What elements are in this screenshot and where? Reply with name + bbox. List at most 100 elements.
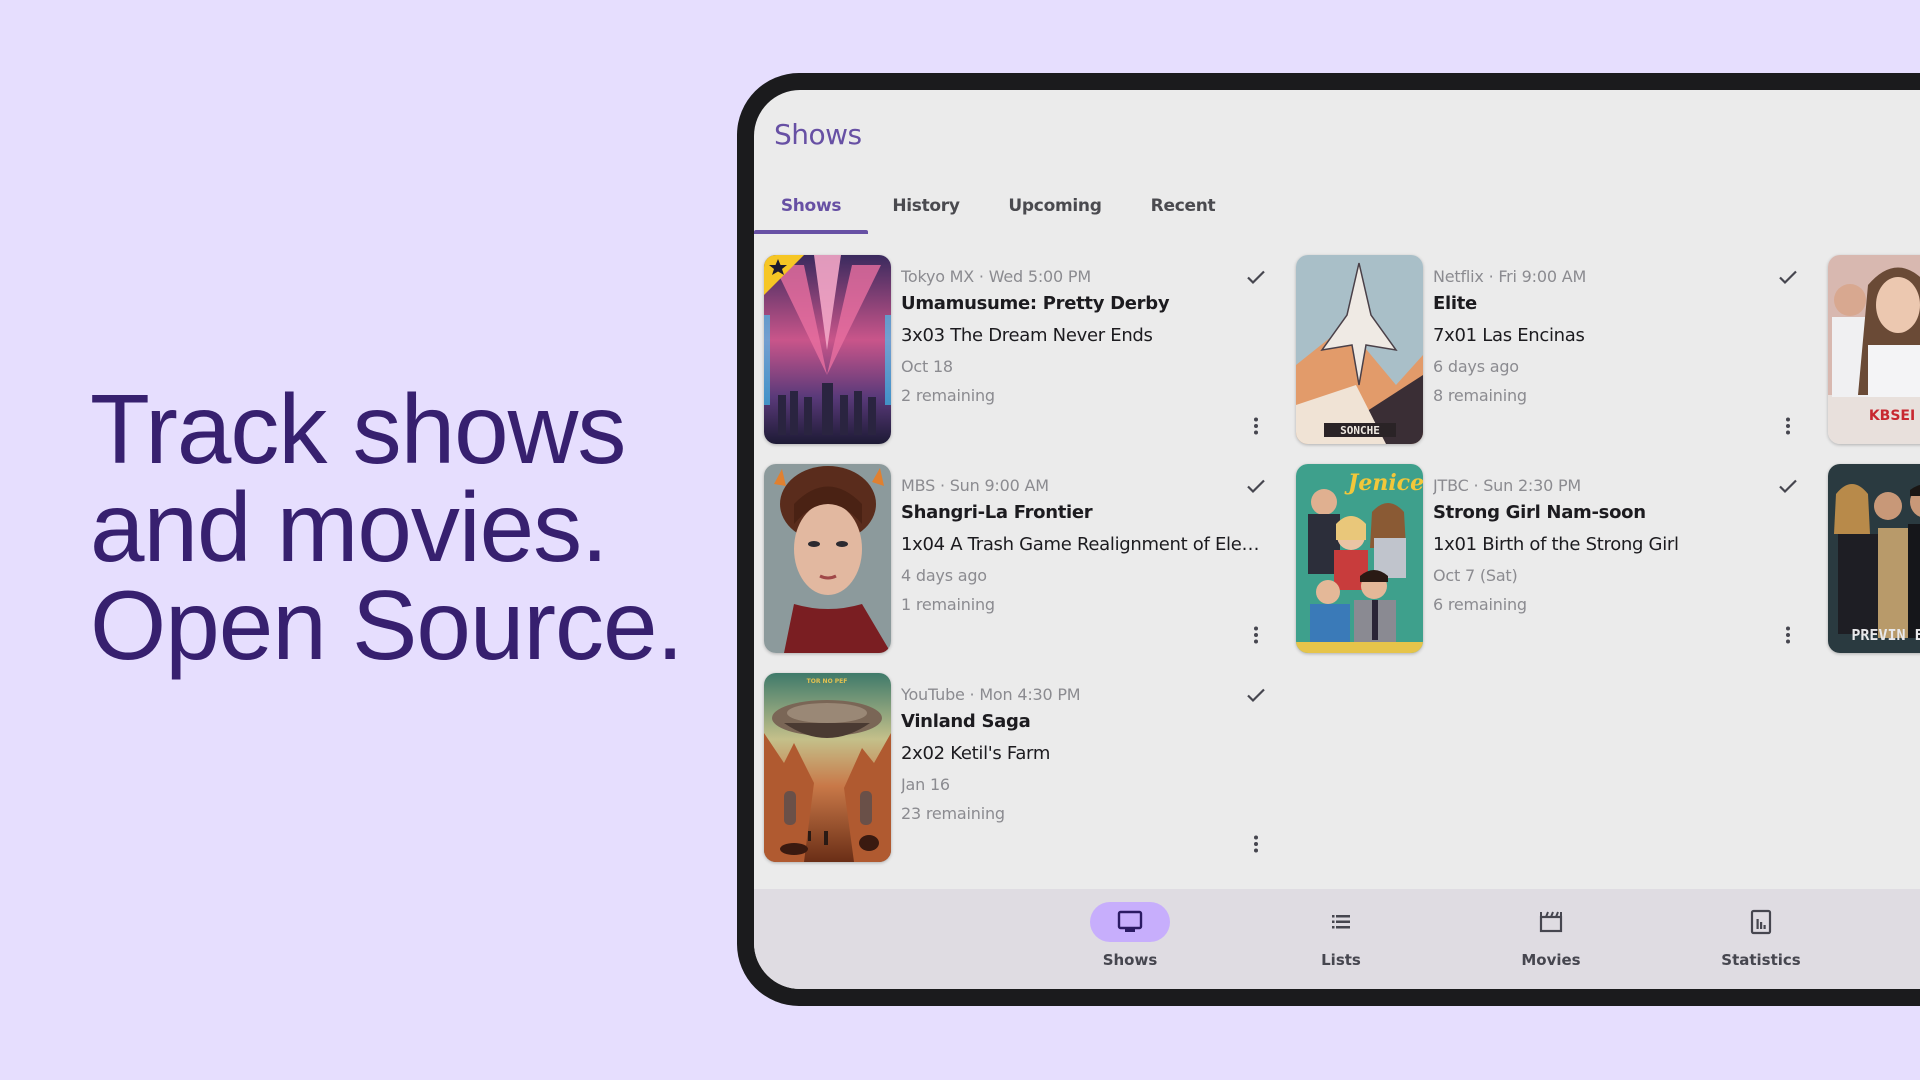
mark-watched-button[interactable] xyxy=(1772,470,1804,502)
episode-date: 6 days ago xyxy=(1433,357,1519,376)
show-info: Netflix · Fri 9:00 AM Elite 7x01 Las Enc… xyxy=(1433,266,1803,410)
show-title: Strong Girl Nam-soon xyxy=(1433,502,1646,523)
more-options-button[interactable] xyxy=(1240,828,1272,860)
show-poster[interactable]: TOR NO PEF xyxy=(764,673,891,862)
check-icon xyxy=(1247,688,1265,703)
episode-date: Jan 16 xyxy=(901,775,950,794)
show-poster[interactable]: PREVIN EN xyxy=(1828,464,1920,653)
active-tab-indicator xyxy=(754,230,868,234)
headline-line: Open Source. xyxy=(90,570,684,680)
svg-text:SONCHE: SONCHE xyxy=(1340,424,1380,437)
show-card-partial[interactable]: PREVIN EN xyxy=(1828,464,1920,654)
tab-label: History xyxy=(892,196,960,216)
episode-date: 4 days ago xyxy=(901,566,987,585)
next-episode: 1x04 A Trash Game Realignment of Ele… xyxy=(901,534,1260,555)
nav-item-lists[interactable]: Lists xyxy=(1261,889,1421,989)
show-info: Tokyo MX · Wed 5:00 PM Umamusume: Pretty… xyxy=(901,266,1271,410)
episodes-remaining: 6 remaining xyxy=(1433,595,1527,614)
show-info: YouTube · Mon 4:30 PM Vinland Saga 2x02 … xyxy=(901,684,1271,828)
tab-label: Upcoming xyxy=(1008,196,1102,216)
more-options-button[interactable] xyxy=(1772,410,1804,442)
show-info: JTBC · Sun 2:30 PM Strong Girl Nam-soon … xyxy=(1433,475,1803,619)
kebab-menu-icon xyxy=(1786,626,1790,644)
nav-label: Statistics xyxy=(1721,951,1801,969)
tab-label: Recent xyxy=(1150,196,1216,216)
check-icon xyxy=(1247,270,1265,285)
check-icon xyxy=(1247,479,1265,494)
poster-spaceship-icon: SONCHE xyxy=(1296,255,1423,444)
mark-watched-button[interactable] xyxy=(1772,261,1804,293)
next-episode: 7x01 Las Encinas xyxy=(1433,325,1585,346)
clapperboard-icon xyxy=(1539,911,1563,933)
kebab-menu-icon xyxy=(1254,626,1258,644)
episodes-remaining: 2 remaining xyxy=(901,386,995,405)
headline-line: and movies. xyxy=(90,472,608,582)
poster-ufo-desert-icon: TOR NO PEF xyxy=(764,673,891,862)
network-airtime: Netflix · Fri 9:00 AM xyxy=(1433,267,1587,286)
headline-line: Track shows xyxy=(90,374,626,484)
poster-detectives-icon: PREVIN EN xyxy=(1828,464,1920,653)
kebab-menu-icon xyxy=(1786,417,1790,435)
tab-upcoming[interactable]: Upcoming xyxy=(984,178,1126,234)
nav-icon-container xyxy=(1511,902,1591,942)
nav-label: Shows xyxy=(1102,951,1158,969)
tab-shows[interactable]: Shows xyxy=(754,178,868,234)
network-airtime: Tokyo MX · Wed 5:00 PM xyxy=(901,267,1091,286)
nav-label: Lists xyxy=(1321,951,1361,969)
next-episode: 3x03 The Dream Never Ends xyxy=(901,325,1153,346)
nav-active-indicator xyxy=(1090,902,1170,942)
show-poster[interactable]: Jenice xyxy=(1296,464,1423,653)
episode-date: Oct 18 xyxy=(901,357,953,376)
nav-icon-container xyxy=(1721,902,1801,942)
tab-recent[interactable]: Recent xyxy=(1126,178,1240,234)
svg-text:PREVIN EN: PREVIN EN xyxy=(1851,626,1920,644)
check-icon xyxy=(1779,479,1797,494)
next-episode: 2x02 Ketil's Farm xyxy=(901,743,1051,764)
kebab-menu-icon xyxy=(1254,417,1258,435)
show-poster[interactable]: KBSEI xyxy=(1828,255,1920,444)
episodes-remaining: 23 remaining xyxy=(901,804,1005,823)
show-title: Elite xyxy=(1433,293,1477,314)
network-airtime: YouTube · Mon 4:30 PM xyxy=(901,685,1081,704)
poster-family-group-icon: Jenice xyxy=(1296,464,1423,653)
mark-watched-button[interactable] xyxy=(1240,470,1272,502)
show-poster[interactable] xyxy=(764,255,891,444)
kebab-menu-icon xyxy=(1254,835,1258,853)
more-options-button[interactable] xyxy=(1240,410,1272,442)
list-icon xyxy=(1332,915,1350,929)
show-title: Umamusume: Pretty Derby xyxy=(901,293,1170,314)
show-card-partial[interactable]: KBSEI xyxy=(1828,255,1920,445)
next-episode: 1x01 Birth of the Strong Girl xyxy=(1433,534,1679,555)
show-card[interactable]: Tokyo MX · Wed 5:00 PM Umamusume: Pretty… xyxy=(764,255,1284,445)
more-options-button[interactable] xyxy=(1240,619,1272,651)
show-card[interactable]: TOR NO PEF YouTube · Mon 4:30 PM Vinland… xyxy=(764,673,1284,863)
mark-watched-button[interactable] xyxy=(1240,261,1272,293)
show-card[interactable]: MBS · Sun 9:00 AM Shangri-La Frontier 1x… xyxy=(764,464,1284,654)
svg-text:TOR NO PEF: TOR NO PEF xyxy=(807,678,848,685)
nav-item-statistics[interactable]: Statistics xyxy=(1681,889,1841,989)
poster-doctors-icon: KBSEI xyxy=(1828,255,1920,444)
favorite-star-icon xyxy=(764,255,804,295)
show-info: MBS · Sun 9:00 AM Shangri-La Frontier 1x… xyxy=(901,475,1271,619)
show-poster[interactable]: SONCHE xyxy=(1296,255,1423,444)
tab-history[interactable]: History xyxy=(868,178,984,234)
check-icon xyxy=(1779,270,1797,285)
show-title: Vinland Saga xyxy=(901,711,1031,732)
tab-label: Shows xyxy=(780,196,842,216)
show-poster[interactable] xyxy=(764,464,891,653)
nav-label: Movies xyxy=(1521,951,1581,969)
tv-icon xyxy=(1117,910,1143,932)
mark-watched-button[interactable] xyxy=(1240,679,1272,711)
nav-icon-container xyxy=(1301,902,1381,942)
show-card[interactable]: Jenice JTBC · Sun 2:30 PM Strong Girl Na… xyxy=(1296,464,1816,654)
episodes-remaining: 1 remaining xyxy=(901,595,995,614)
nav-item-shows[interactable]: Shows xyxy=(1050,889,1210,989)
show-card[interactable]: SONCHE Netflix · Fri 9:00 AM Elite 7x01 … xyxy=(1296,255,1816,445)
poster-portrait-icon xyxy=(764,464,891,653)
network-airtime: JTBC · Sun 2:30 PM xyxy=(1433,476,1582,495)
marketing-headline: Track shows and movies. Open Source. xyxy=(90,374,684,680)
more-options-button[interactable] xyxy=(1772,619,1804,651)
bottom-navigation-bar: Shows Lists Movies Statistics xyxy=(754,889,1920,989)
episode-date: Oct 7 (Sat) xyxy=(1433,566,1518,585)
nav-item-movies[interactable]: Movies xyxy=(1471,889,1631,989)
